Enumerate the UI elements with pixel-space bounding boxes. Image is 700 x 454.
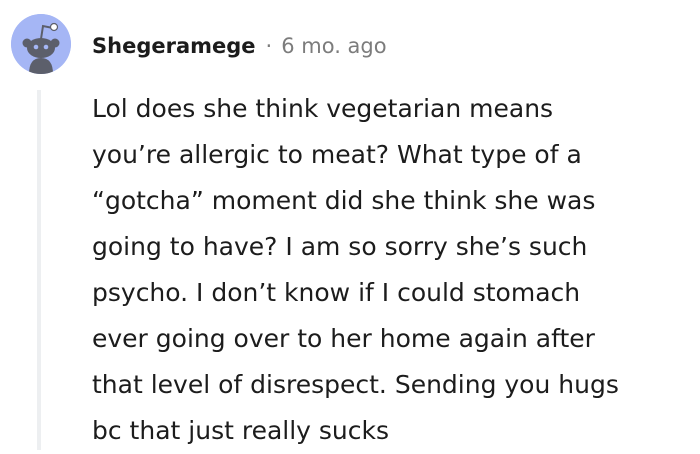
comment-header: Shegeramege · 6 mo. ago [92,31,387,61]
comment-body-line: ever going over to her home again after [92,324,595,353]
comment-body-line: that level of disrespect. Sending you hu… [92,370,619,399]
comment-body-line: going to have? I am so sorry she’s such [92,232,588,261]
comment-body-line: Lol does she think vegetarian means [92,94,554,123]
comment: Shegeramege · 6 mo. ago Lol does she thi… [0,0,700,450]
comment-timestamp[interactable]: 6 mo. ago [281,34,386,58]
meta-separator: · [265,34,273,58]
comment-author[interactable]: Shegeramege [92,34,256,58]
comment-body-line: you’re allergic to meat? What type of a [92,140,582,169]
comment-body-line: “gotcha” moment did she think she was [92,186,596,215]
reddit-snoo-avatar-icon [11,14,71,74]
thread-collapse-line[interactable] [37,90,41,450]
avatar[interactable] [11,14,71,74]
comment-body-line: bc that just really sucks [92,416,390,445]
comment-body: Lol does she think vegetarian means you’… [92,86,692,454]
comment-body-line: psycho. I don’t know if I could stomach [92,278,581,307]
